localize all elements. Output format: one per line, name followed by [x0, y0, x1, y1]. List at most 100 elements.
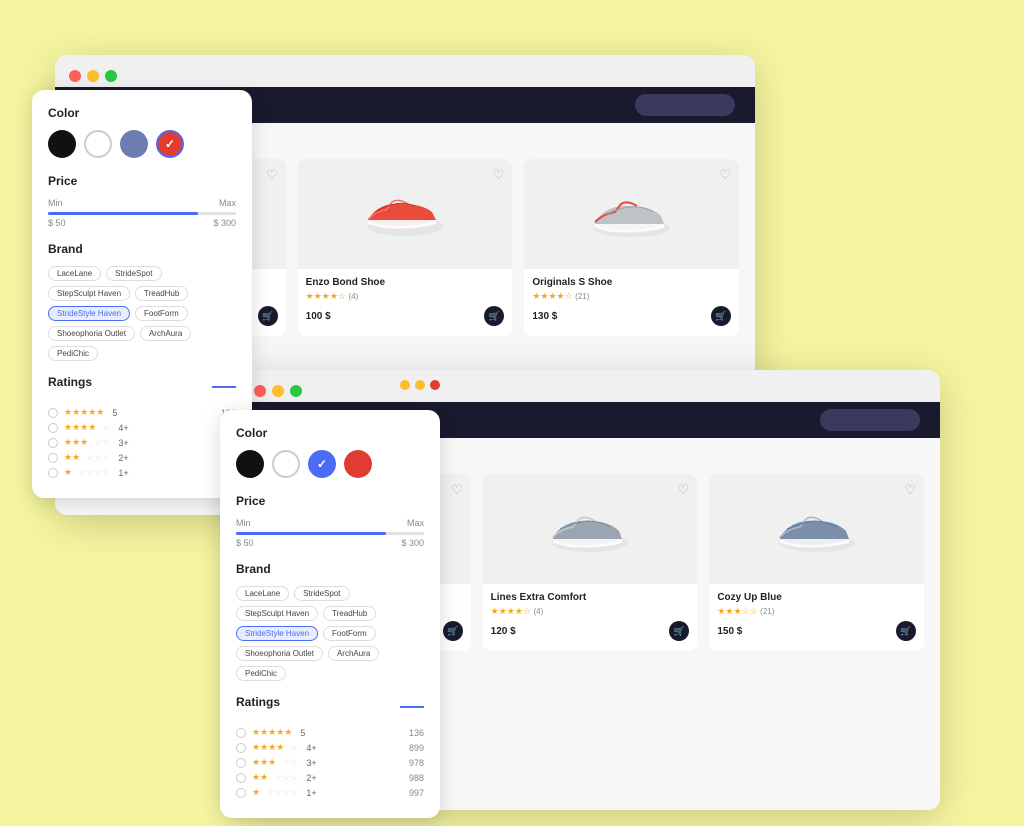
- ratings-header-front: Ratings: [236, 695, 424, 719]
- price-values-front: $ 50 $ 300: [236, 538, 424, 548]
- ratings-clear-back: [212, 386, 236, 388]
- maximize-dot-front[interactable]: [290, 385, 302, 397]
- minimize-dot-front[interactable]: [272, 385, 284, 397]
- price-title-front: Price: [236, 494, 424, 508]
- rating-row-1-back: ★☆☆☆☆ 1+ 997: [48, 467, 236, 478]
- color-swatch-black-front[interactable]: [236, 450, 264, 478]
- heart-btn-3-back[interactable]: ♡: [719, 167, 731, 183]
- brand-shoe-front[interactable]: Shoeophoria Outlet: [236, 646, 323, 661]
- rating-label-1-front: 1+: [306, 788, 316, 798]
- brand-stridestyle-front[interactable]: StrideStyle Haven: [236, 626, 318, 641]
- rating-radio-2-front[interactable]: [236, 773, 246, 783]
- price-slider-fill-back: [48, 212, 198, 215]
- color-dot-red: [430, 380, 440, 390]
- product-img-area-3-back: ♡: [524, 159, 739, 269]
- color-section-title-front: Color: [236, 426, 424, 440]
- cart-btn-3-front[interactable]: 🛒: [896, 621, 916, 641]
- product-price-3-front: 150 $: [717, 626, 742, 637]
- color-swatch-red-back[interactable]: ✓: [156, 130, 184, 158]
- brand-foot-back[interactable]: FootForm: [135, 306, 188, 321]
- color-swatch-blue-back[interactable]: [120, 130, 148, 158]
- price-slider-back[interactable]: [48, 212, 236, 215]
- maximize-dot-back[interactable]: [105, 70, 117, 82]
- brand-pedi-front[interactable]: PediChic: [236, 666, 286, 681]
- cart-btn-1-front[interactable]: 🛒: [443, 621, 463, 641]
- rating-row-4-back: ★★★★☆ 4+ 899: [48, 422, 236, 433]
- ratings-clear-front: [400, 706, 424, 708]
- check-icon-front: ✓: [317, 457, 327, 471]
- rating-radio-3-back[interactable]: [48, 438, 58, 448]
- rating-row-3-front: ★★★☆☆ 3+ 978: [236, 757, 424, 768]
- brand-stride-front[interactable]: StrideSpot: [294, 586, 349, 601]
- rating-count-2-front: 988: [409, 773, 424, 783]
- price-slider-fill-front: [236, 532, 386, 535]
- rating-label-5-front: 5: [300, 728, 305, 738]
- color-swatch-red-front[interactable]: [344, 450, 372, 478]
- color-dots-bar-front: [400, 380, 440, 390]
- rating-stars-1-front: ★: [252, 787, 260, 798]
- rating-row-2-back: ★★☆☆☆ 2+ 988: [48, 452, 236, 463]
- brand-shoe-back[interactable]: Shoeophoria Outlet: [48, 326, 135, 341]
- brand-lace-front[interactable]: LaceLane: [236, 586, 289, 601]
- brand-stride-back[interactable]: StrideSpot: [106, 266, 161, 281]
- rating-radio-1-back[interactable]: [48, 468, 58, 478]
- heart-btn-2-front[interactable]: ♡: [678, 482, 690, 498]
- color-swatch-white-front[interactable]: [272, 450, 300, 478]
- color-swatch-blue-front[interactable]: ✓: [308, 450, 336, 478]
- brand-foot-front[interactable]: FootForm: [323, 626, 376, 641]
- brand-arch-back[interactable]: ArchAura: [140, 326, 191, 341]
- rating-radio-5-front[interactable]: [236, 728, 246, 738]
- brand-arch-front[interactable]: ArchAura: [328, 646, 379, 661]
- cart-btn-2-front[interactable]: 🛒: [669, 621, 689, 641]
- rating-count-1-front: 997: [409, 788, 424, 798]
- rating-stars-2-front: ★★: [252, 772, 268, 783]
- cart-btn-3-back[interactable]: 🛒: [711, 306, 731, 326]
- minimize-dot-back[interactable]: [87, 70, 99, 82]
- product-name-3-back: Originals S Shoe: [532, 277, 731, 288]
- search-bar-front[interactable]: [820, 409, 920, 431]
- rating-label-4-front: 4+: [306, 743, 316, 753]
- brand-step-front[interactable]: StepSculpt Haven: [236, 606, 318, 621]
- brand-lace-back[interactable]: LaceLane: [48, 266, 101, 281]
- brand-title-front: Brand: [236, 562, 424, 576]
- price-slider-front[interactable]: [236, 532, 424, 535]
- cart-btn-1-back[interactable]: 🛒: [258, 306, 278, 326]
- rating-stars-2-back: ★★: [64, 452, 80, 463]
- product-img-area-3-front: ♡: [709, 474, 924, 584]
- heart-btn-1-front[interactable]: ♡: [451, 482, 463, 498]
- brand-step-back[interactable]: StepSculpt Haven: [48, 286, 130, 301]
- rating-radio-4-front[interactable]: [236, 743, 246, 753]
- price-section-front: Price Min Max $ 50 $ 300: [236, 494, 424, 548]
- product-price-row-3-back: 130 $ 🛒: [532, 306, 731, 326]
- rating-radio-1-front[interactable]: [236, 788, 246, 798]
- rating-radio-4-back[interactable]: [48, 423, 58, 433]
- shoe-img-3-back: [587, 184, 677, 244]
- rating-count-5-front: 136: [409, 728, 424, 738]
- color-swatch-black-back[interactable]: [48, 130, 76, 158]
- rating-row-5-back: ★★★★★ 5 136: [48, 407, 236, 418]
- rating-label-3-back: 3+: [118, 438, 128, 448]
- product-card-2-front: ♡ Lines Extra Comfort ★★★★☆ (4): [483, 474, 698, 651]
- shoe-img-2-back: [360, 184, 450, 244]
- heart-btn-2-back[interactable]: ♡: [493, 167, 505, 183]
- rating-radio-2-back[interactable]: [48, 453, 58, 463]
- close-dot-front[interactable]: [254, 385, 266, 397]
- heart-btn-3-front[interactable]: ♡: [904, 482, 916, 498]
- brand-tread-back[interactable]: TreadHub: [135, 286, 188, 301]
- product-price-row-2-front: 120 $ 🛒: [491, 621, 690, 641]
- rating-radio-3-front[interactable]: [236, 758, 246, 768]
- color-swatches-back: ✓: [48, 130, 236, 158]
- close-dot-back[interactable]: [69, 70, 81, 82]
- heart-btn-1-back[interactable]: ♡: [266, 167, 278, 183]
- brand-tread-front[interactable]: TreadHub: [323, 606, 376, 621]
- cart-btn-2-back[interactable]: 🛒: [484, 306, 504, 326]
- rating-stars-4-front: ★★★★: [252, 742, 284, 753]
- rating-radio-5-back[interactable]: [48, 408, 58, 418]
- price-min-label-back: Min: [48, 198, 63, 208]
- rating-label-3-front: 3+: [306, 758, 316, 768]
- brand-pedi-back[interactable]: PediChic: [48, 346, 98, 361]
- brand-stridestyle-back[interactable]: StrideStyle Haven: [48, 306, 130, 321]
- browser-chrome-front: [240, 370, 940, 402]
- search-bar-back[interactable]: [635, 94, 735, 116]
- color-swatch-white-back[interactable]: [84, 130, 112, 158]
